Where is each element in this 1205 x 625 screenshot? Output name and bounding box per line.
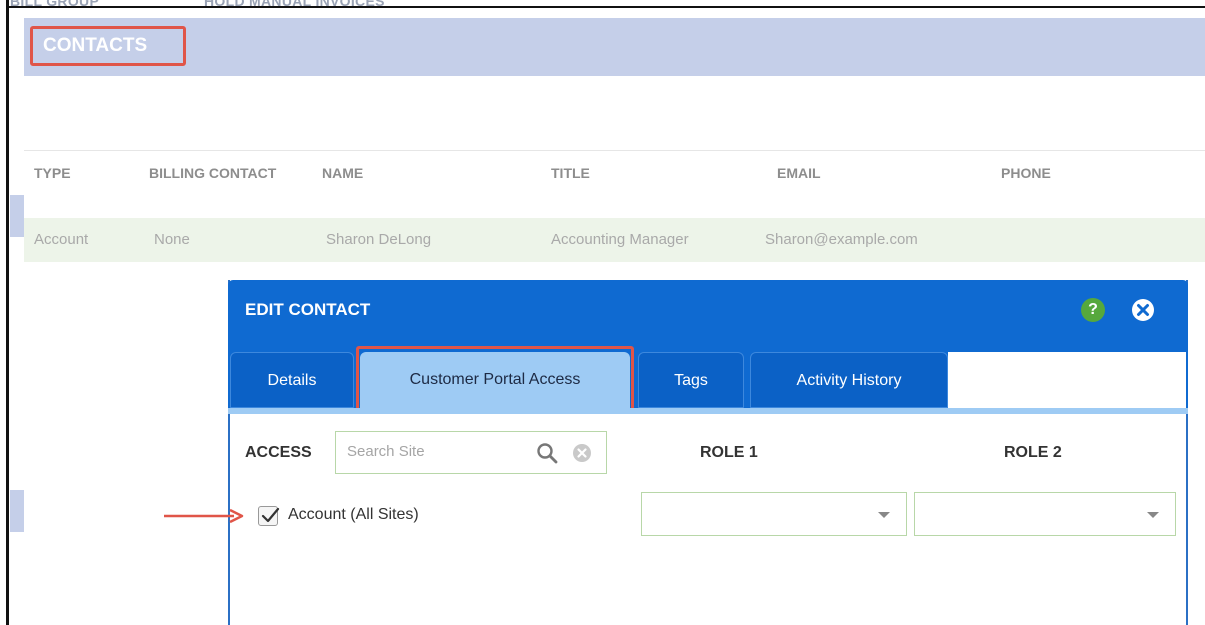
col-header-billing-contact[interactable]: BILLING CONTACT (149, 165, 276, 181)
tab-underline (228, 408, 1188, 414)
search-site-box (335, 431, 607, 474)
account-all-sites-label[interactable]: Account (All Sites) (288, 506, 419, 524)
role-1-select[interactable] (641, 492, 907, 536)
bill-group-cut-label: BILL GROUP (10, 0, 100, 9)
tab-activity-history[interactable]: Activity History (750, 352, 948, 408)
col-header-phone[interactable]: PHONE (1001, 165, 1051, 181)
annotation-arrow-icon (164, 508, 244, 524)
cell-billing-contact: None (154, 231, 190, 248)
clear-icon[interactable] (572, 443, 592, 463)
cell-name: Sharon DeLong (326, 231, 432, 248)
tab-details[interactable]: Details (230, 352, 354, 408)
left-strip-highlight (10, 195, 24, 237)
left-strip-highlight (10, 490, 24, 532)
checkmark-icon (261, 507, 280, 523)
contacts-table-header: TYPE BILLING CONTACT NAME TITLE EMAIL PH… (24, 150, 1205, 197)
access-label: ACCESS (245, 444, 312, 461)
frame-left-border (6, 0, 9, 625)
tab-bar-empty-area (948, 352, 1186, 408)
modal-header: EDIT CONTACT ? (228, 280, 1188, 340)
close-icon[interactable] (1131, 298, 1155, 322)
cell-email: Sharon@example.com (765, 231, 918, 248)
col-header-type[interactable]: TYPE (34, 165, 71, 181)
active-tab-highlight (356, 346, 634, 412)
dropdown-caret-icon (878, 512, 890, 518)
cell-type: Account (34, 231, 89, 248)
col-header-email[interactable]: EMAIL (777, 165, 821, 181)
table-row[interactable]: Account None Sharon DeLong Accounting Ma… (24, 218, 1205, 262)
search-site-input[interactable] (345, 442, 529, 461)
cut-off-top-text: BILL GROUP HOLD MANUAL INVOICES (10, 0, 610, 14)
role-1-label: ROLE 1 (700, 444, 758, 461)
account-all-sites-checkbox[interactable] (258, 506, 280, 526)
modal-title: EDIT CONTACT (245, 300, 371, 319)
dropdown-caret-icon (1147, 512, 1159, 518)
contacts-section-header: CONTACTS (24, 18, 1205, 76)
role-2-label: ROLE 2 (1004, 444, 1062, 461)
tab-tags[interactable]: Tags (638, 352, 744, 408)
hold-manual-invoices-cut-label: HOLD MANUAL INVOICES (204, 0, 385, 9)
help-icon[interactable]: ? (1081, 298, 1105, 322)
search-icon[interactable] (536, 442, 558, 464)
cell-title: Accounting Manager (551, 231, 689, 248)
col-header-title[interactable]: TITLE (551, 165, 590, 181)
contacts-title[interactable]: CONTACTS (30, 26, 186, 66)
role-2-select[interactable] (914, 492, 1176, 536)
col-header-name[interactable]: NAME (322, 165, 363, 181)
edit-contact-modal: EDIT CONTACT ? Details Customer Portal A… (228, 280, 1188, 625)
